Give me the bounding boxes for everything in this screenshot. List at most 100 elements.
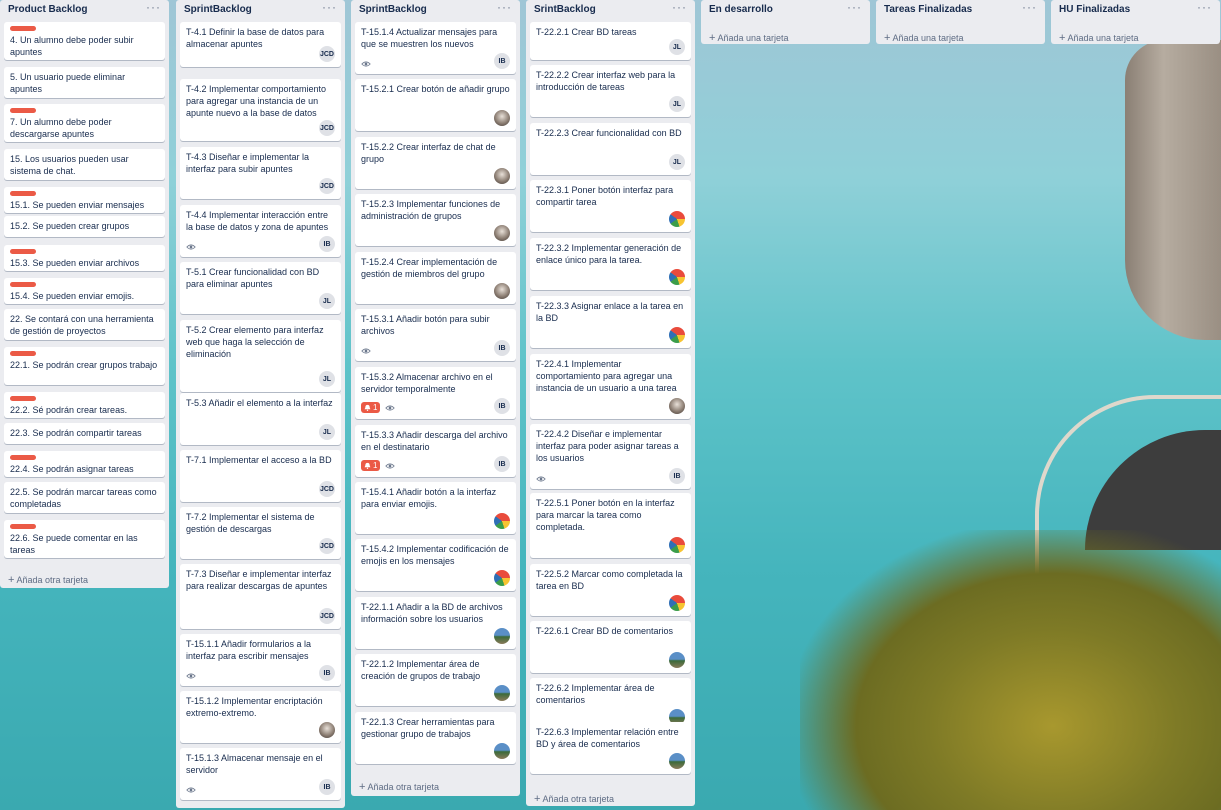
card[interactable]: T-15.3.1 Añadir botón para subir archivo… [355, 309, 516, 361]
add-card-button[interactable]: + Añada una tarjeta [709, 32, 789, 44]
list-title[interactable]: SprintBacklog [359, 4, 427, 15]
add-card-button[interactable]: + Añada una tarjeta [884, 32, 964, 44]
card[interactable]: 7. Un alumno debe poder descargarse apun… [4, 104, 165, 142]
parrot-avatar[interactable] [669, 211, 685, 227]
list-header[interactable]: Tareas Finalizadas ··· [876, 0, 1045, 20]
card[interactable]: T-22.4.2 Diseñar e implementar interfaz … [530, 424, 691, 489]
add-card-button[interactable]: + Añada otra tarjeta [8, 574, 88, 586]
card[interactable]: T-22.3.1 Poner botón interfaz para compa… [530, 180, 691, 232]
list-header[interactable]: HU Finalizadas ··· [1051, 0, 1220, 20]
list-menu-icon[interactable]: ··· [672, 0, 687, 14]
list-title[interactable]: En desarrollo [709, 4, 773, 15]
sphynx-avatar[interactable] [494, 168, 510, 184]
sphynx-avatar[interactable] [494, 283, 510, 299]
card-label-red[interactable] [10, 396, 36, 401]
card[interactable]: T-22.1.3 Crear herramientas para gestion… [355, 712, 516, 764]
card[interactable]: T-15.4.1 Añadir botón a la interfaz para… [355, 482, 516, 534]
card[interactable]: T-5.3 Añadir el elemento a la interfaz JL [180, 393, 341, 445]
card[interactable]: T-4.3 Diseñar e implementar la interfaz … [180, 147, 341, 199]
card[interactable]: T-7.2 Implementar el sistema de gestión … [180, 507, 341, 559]
card-label-red[interactable] [10, 249, 36, 254]
card[interactable]: T-15.3.2 Almacenar archivo en el servido… [355, 367, 516, 419]
card[interactable]: T-22.2.2 Crear interfaz web para la intr… [530, 65, 691, 117]
member-avatar[interactable]: IB [494, 53, 510, 69]
card-label-red[interactable] [10, 455, 36, 460]
member-avatar[interactable]: JL [319, 371, 335, 387]
member-avatar[interactable]: IB [494, 456, 510, 472]
landscape-avatar[interactable] [494, 685, 510, 701]
list-header[interactable]: SprintBacklog ··· [176, 0, 345, 20]
sphynx-avatar[interactable] [669, 398, 685, 414]
member-avatar[interactable]: JCD [319, 538, 335, 554]
list-title[interactable]: Tareas Finalizadas [884, 4, 972, 15]
member-avatar[interactable]: JL [319, 293, 335, 309]
list-menu-icon[interactable]: ··· [1022, 0, 1037, 14]
card[interactable]: 22.4. Se podrán asignar tareas [4, 451, 165, 477]
card[interactable]: T-22.4.1 Implementar comportamiento para… [530, 354, 691, 419]
card[interactable]: 5. Un usuario puede eliminar apuntes [4, 67, 165, 98]
card-label-red[interactable] [10, 524, 36, 529]
member-avatar[interactable]: JCD [319, 46, 335, 62]
card-label-red[interactable] [10, 26, 36, 31]
card[interactable]: T-22.1.1 Añadir a la BD de archivos info… [355, 597, 516, 649]
card[interactable]: T-22.5.1 Poner botón en la interfaz para… [530, 493, 691, 558]
card[interactable]: T-15.4.2 Implementar codificación de emo… [355, 539, 516, 591]
card[interactable]: T-22.5.2 Marcar como completada la tarea… [530, 564, 691, 616]
member-avatar[interactable]: JCD [319, 178, 335, 194]
card[interactable]: T-22.3.2 Implementar generación de enlac… [530, 238, 691, 290]
card[interactable]: T-22.1.2 Implementar área de creación de… [355, 654, 516, 706]
card[interactable]: T-7.1 Implementar el acceso a la BD JCD [180, 450, 341, 502]
sphynx-avatar[interactable] [494, 225, 510, 241]
card[interactable]: T-15.1.4 Actualizar mensajes para que se… [355, 22, 516, 74]
notification-badge[interactable]: 1 [361, 460, 381, 471]
list-menu-icon[interactable]: ··· [322, 0, 337, 14]
card[interactable]: T-15.1.2 Implementar encriptación extrem… [180, 691, 341, 743]
card[interactable]: 15.3. Se pueden enviar archivos [4, 245, 165, 271]
member-avatar[interactable]: IB [319, 665, 335, 681]
card[interactable]: T-22.6.1 Crear BD de comentarios [530, 621, 691, 673]
add-card-button[interactable]: + Añada otra tarjeta [359, 781, 439, 793]
card[interactable]: T-5.1 Crear funcionalidad con BD para el… [180, 262, 341, 314]
list-header[interactable]: Product Backlog ··· [0, 0, 169, 20]
member-avatar[interactable]: JCD [319, 120, 335, 136]
card[interactable]: T-15.1.1 Añadir formularios a la interfa… [180, 634, 341, 686]
member-avatar[interactable]: JL [319, 424, 335, 440]
landscape-avatar[interactable] [669, 753, 685, 769]
add-card-button[interactable]: + Añada una tarjeta [1059, 32, 1139, 44]
parrot-avatar[interactable] [669, 537, 685, 553]
list-header[interactable]: SrintBacklog ··· [526, 0, 695, 20]
card[interactable]: 15.4. Se pueden enviar emojis. [4, 278, 165, 304]
notification-badge[interactable]: 1 [361, 402, 381, 413]
card[interactable]: 22.1. Se podrán crear grupos trabajo [4, 347, 165, 385]
list-title[interactable]: Product Backlog [8, 4, 87, 15]
member-avatar[interactable]: JL [669, 96, 685, 112]
card[interactable]: T-22.3.3 Asignar enlace a la tarea en la… [530, 296, 691, 348]
card[interactable]: T-4.1 Definir la base de datos para alma… [180, 22, 341, 67]
card[interactable]: T-4.2 Implementar comportamiento para ag… [180, 79, 341, 141]
member-avatar[interactable]: IB [319, 779, 335, 795]
card[interactable]: T-15.2.2 Crear interfaz de chat de grupo [355, 137, 516, 189]
member-avatar[interactable]: IB [669, 468, 685, 484]
card[interactable]: T-5.2 Crear elemento para interfaz web q… [180, 320, 341, 392]
member-avatar[interactable]: JL [669, 39, 685, 55]
list-title[interactable]: SprintBacklog [184, 4, 252, 15]
landscape-avatar[interactable] [494, 743, 510, 759]
card[interactable]: 15.1. Se pueden enviar mensajes [4, 187, 165, 213]
add-card-button[interactable]: + Añada otra tarjeta [534, 793, 614, 805]
card[interactable]: 22.3. Se podrán compartir tareas [4, 423, 165, 444]
card[interactable]: T-15.3.3 Añadir descarga del archivo en … [355, 425, 516, 477]
member-avatar[interactable]: JCD [319, 608, 335, 624]
card[interactable]: 22.6. Se puede comentar en las tareas [4, 520, 165, 558]
member-avatar[interactable]: IB [494, 340, 510, 356]
card[interactable]: 4. Un alumno debe poder subir apuntes [4, 22, 165, 60]
list-menu-icon[interactable]: ··· [497, 0, 512, 14]
parrot-avatar[interactable] [669, 595, 685, 611]
card-label-red[interactable] [10, 282, 36, 287]
card[interactable]: 22.5. Se podrán marcar tareas como compl… [4, 482, 165, 513]
list-menu-icon[interactable]: ··· [146, 0, 161, 14]
list-menu-icon[interactable]: ··· [847, 0, 862, 14]
card-label-red[interactable] [10, 108, 36, 113]
sphynx-avatar[interactable] [494, 110, 510, 126]
landscape-avatar[interactable] [494, 628, 510, 644]
card-label-red[interactable] [10, 351, 36, 356]
